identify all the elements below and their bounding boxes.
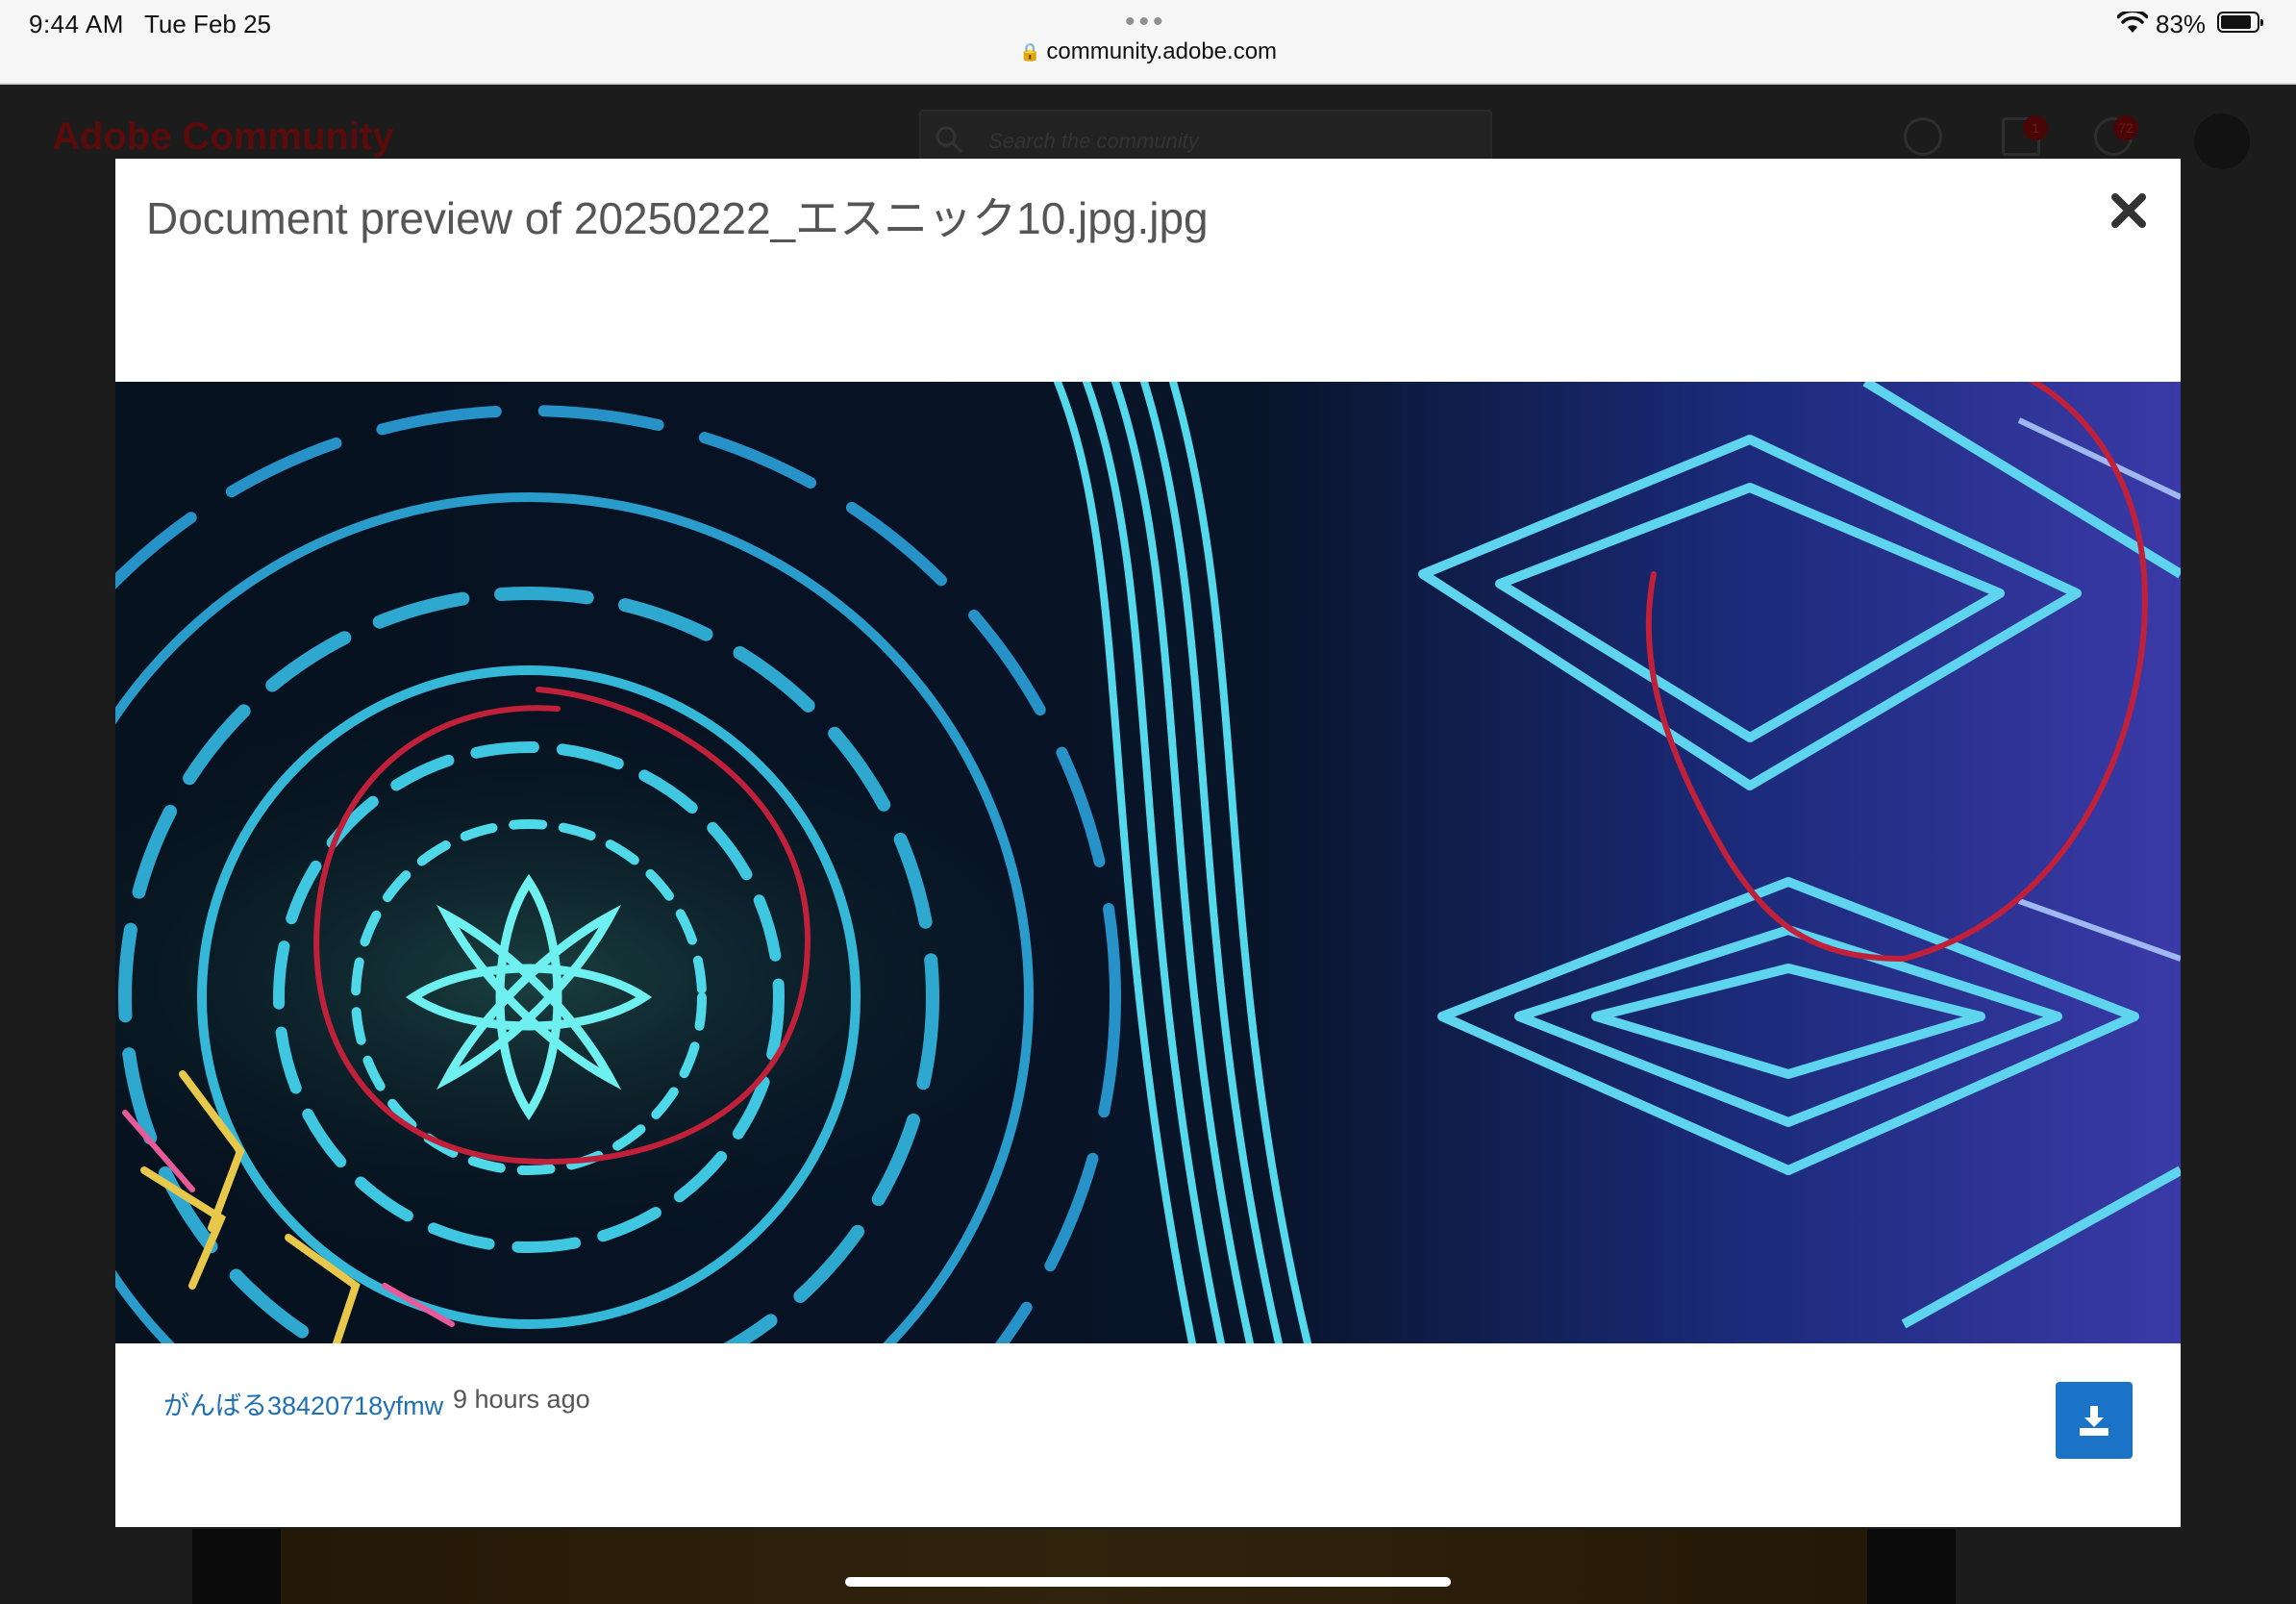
document-preview-modal: Document preview of 20250222_エスニック10.jpg…: [115, 159, 2181, 1527]
modal-title: Document preview of 20250222_エスニック10.jpg…: [146, 193, 1209, 243]
status-date: Tue Feb 25: [144, 10, 272, 38]
address-url: community.adobe.com: [1046, 38, 1278, 64]
preview-image: [115, 382, 2181, 1343]
search-placeholder: Search the community: [988, 129, 1199, 153]
search-icon: [936, 126, 963, 154]
author-link[interactable]: がんばる38420718yfmw: [163, 1385, 443, 1422]
underlying-image: [192, 1529, 1956, 1604]
battery-icon: [2217, 12, 2263, 33]
address-bar[interactable]: 🔒 community.adobe.com: [0, 38, 2296, 65]
wifi-icon: [2117, 12, 2148, 33]
messages-badge: 1: [2023, 115, 2048, 140]
download-icon: [2080, 1406, 2109, 1436]
brand-logo: Adobe Community: [52, 115, 394, 158]
more-dots-icon[interactable]: •••: [1125, 6, 1167, 38]
mandala-artwork: [115, 382, 2181, 1343]
battery-percent: 83%: [2156, 10, 2207, 38]
home-indicator[interactable]: [845, 1577, 1451, 1587]
globe-icon[interactable]: [1904, 117, 1942, 156]
timestamp: 9 hours ago: [453, 1385, 590, 1414]
lock-icon: 🔒: [1018, 42, 1041, 62]
close-icon[interactable]: [2106, 188, 2152, 234]
status-bar: 9:44 AM Tue Feb 25 ••• 🔒 community.adobe.…: [0, 0, 2296, 85]
download-button[interactable]: [2056, 1382, 2133, 1459]
status-time: 9:44 AM: [29, 10, 124, 38]
notifications-badge: 72: [2113, 115, 2138, 140]
avatar[interactable]: [2194, 113, 2250, 169]
